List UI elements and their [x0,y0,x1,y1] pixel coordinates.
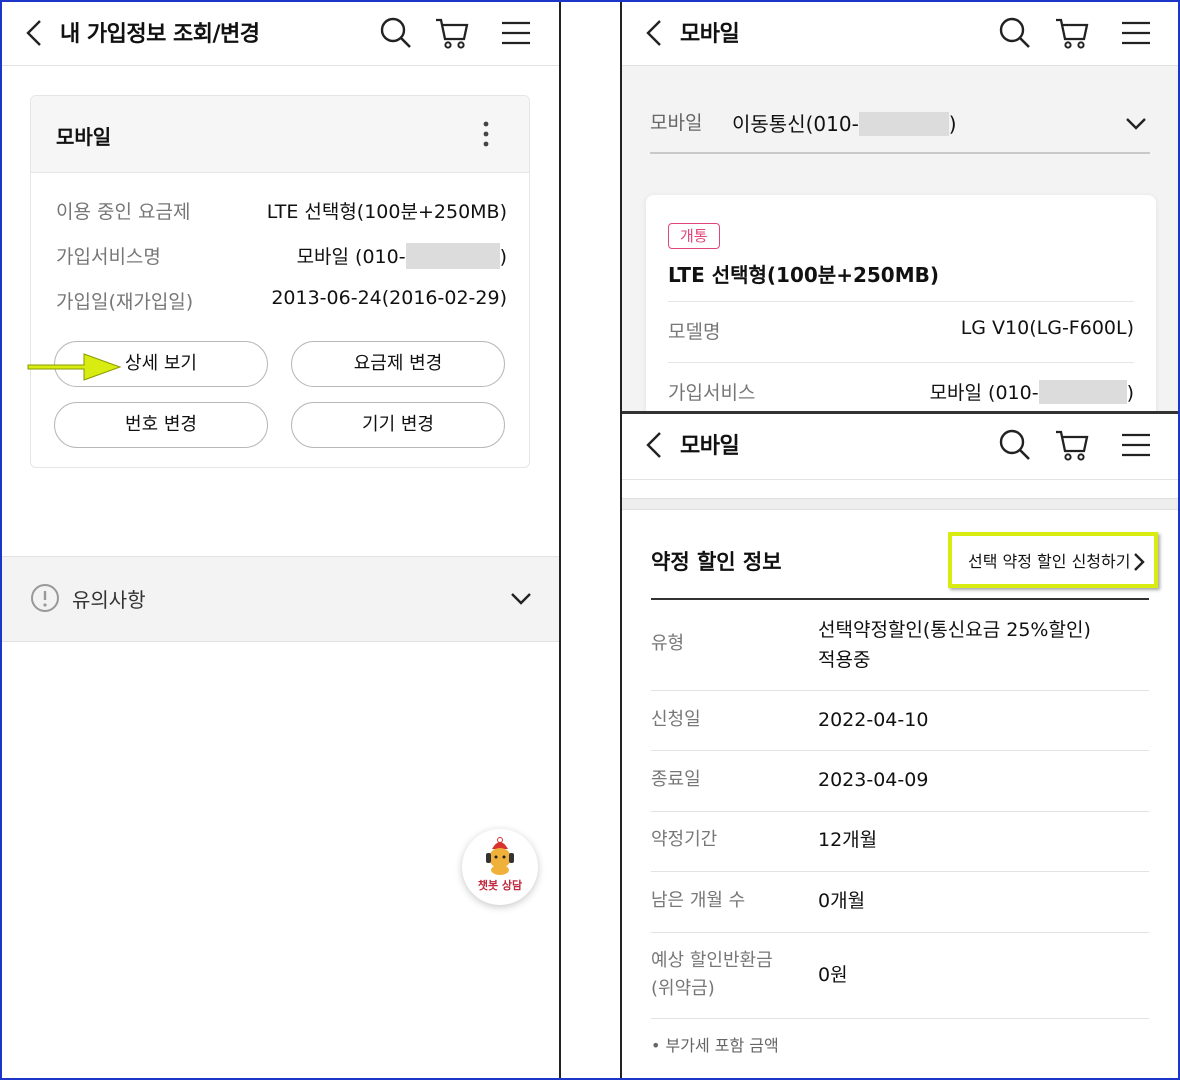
page-title: 내 가입정보 조회/변경 [60,22,260,47]
alert-icon [31,584,59,612]
search-icon[interactable] [997,427,1033,463]
row-label-line2: (위약금) [651,978,715,999]
cart-icon[interactable] [1054,15,1090,51]
line-selector[interactable]: 모바일 이동통신(010-) [650,92,1150,154]
info-row-plan: 이용 중인 요금제 LTE 선택형(100분+250MB) [56,197,507,227]
row-label: 가입서비스 [668,382,756,404]
plan-row-model: 모델명 LG V10(LG-F600L) [668,317,1134,347]
info-value: LTE 선택형(100분+250MB) [266,201,507,223]
row-value: 모바일 (010-) [930,378,1134,405]
info-label: 가입서비스명 [56,246,161,268]
number-change-button[interactable]: 번호 변경 [54,402,268,448]
info-label: 가입일(재가입일) [56,291,194,313]
search-icon[interactable] [997,15,1033,51]
header: 모바일 [622,414,1178,480]
row-label: 신청일 [651,709,701,730]
back-icon[interactable] [22,18,46,48]
section-title: 약정 할인 정보 [651,550,782,574]
menu-icon[interactable] [1119,427,1155,463]
info-row-service: 가입서비스명 모바일 (010-) [56,242,507,272]
chatbot-label: 챗봇 상담 [477,879,523,892]
row-label: 약정기간 [651,829,718,850]
page-title: 모바일 [680,434,740,459]
panel-subscription-info: 내 가입정보 조회/변경 모바일 이용 중인 요금제 LTE 선택형(100분+… [2,2,559,1078]
status-badge: 개통 [668,223,720,249]
info-row-join-date: 가입일(재가입일) 2013-06-24(2016-02-29) [56,287,507,317]
apply-label: 선택 약정 할인 신청하기 [968,552,1131,571]
divider [668,362,1134,363]
plan-card: 개통 LTE 선택형(100분+250MB) 모델명 LG V10(LG-F60… [646,195,1156,412]
footnote: • 부가세 포함 금액 [651,1036,779,1055]
chatbot-button[interactable]: 챗봇 상담 [462,829,538,905]
table-row: 유형 선택약정할인(통신요금 25%할인) 적용중 [651,600,1149,691]
masked-number [1038,379,1127,404]
chevron-right-icon [1134,553,1145,571]
card-title: 모바일 [56,125,112,149]
info-value: 2013-06-24(2016-02-29) [271,287,507,309]
table-row: 종료일 2023-04-09 [651,751,1149,812]
chatbot-icon [486,837,514,875]
section-gap [622,498,1178,510]
menu-icon[interactable] [499,15,535,51]
masked-number [858,111,949,136]
row-value: LG V10(LG-F600L) [960,317,1134,339]
panel-divider [559,2,561,1078]
kebab-icon[interactable] [483,121,489,147]
panel-mobile-detail: 모바일 모바일 이동통신(010-) 개통 LTE 선택형(100분+250MB… [622,2,1178,412]
plan-name: LTE 선택형(100분+250MB) [668,263,939,287]
apply-contract-discount-button[interactable]: 선택 약정 할인 신청하기 [948,532,1158,588]
menu-icon[interactable] [1119,15,1155,51]
row-value: 0원 [818,964,848,986]
row-value: 2023-04-09 [818,769,929,791]
chevron-down-icon [1126,118,1146,130]
selector-label: 모바일 [650,112,703,134]
info-value: 모바일 (010-) [297,242,507,269]
row-label-line1: 예상 할인반환금 [651,950,773,971]
notice-accordion[interactable]: 유의사항 [2,556,559,642]
cart-icon[interactable] [1054,427,1090,463]
table-row: 신청일 2022-04-10 [651,691,1149,751]
row-value: 0개월 [818,890,866,912]
row-label: 유형 [651,633,685,654]
header: 모바일 [622,2,1178,66]
mobile-card: 모바일 이용 중인 요금제 LTE 선택형(100분+250MB) 가입서비스명… [30,95,530,468]
panel-contract-discount: 모바일 약정 할인 정보 선택 약정 할인 신청하기 유형 선택약정할인(통신요… [622,414,1178,1078]
plan-change-button[interactable]: 요금제 변경 [291,341,505,387]
notice-title: 유의사항 [72,588,146,612]
search-icon[interactable] [378,15,414,51]
row-label: 모델명 [668,321,721,343]
plan-row-service: 가입서비스 모바일 (010-) [668,378,1134,408]
chevron-down-icon [511,593,531,605]
header: 내 가입정보 조회/변경 [2,2,559,66]
cart-icon[interactable] [434,15,470,51]
arrow-pointer-icon [27,353,122,381]
row-value-line2: 적용중 [818,649,871,671]
row-value-line1: 선택약정할인(통신요금 25%할인) [818,619,1091,641]
row-value: 12개월 [818,829,878,851]
divider [668,301,1134,302]
card-header: 모바일 [31,96,529,173]
row-label: 남은 개월 수 [651,890,746,911]
page-title: 모바일 [680,22,740,47]
selector-value: 이동통신(010-) [732,111,957,136]
table-row: 약정기간 12개월 [651,812,1149,872]
masked-number [405,242,500,269]
info-label: 이용 중인 요금제 [56,201,191,223]
back-icon[interactable] [642,18,666,48]
table-row: 예상 할인반환금 (위약금) 0원 [651,933,1149,1019]
row-value: 2022-04-10 [818,709,929,731]
device-change-button[interactable]: 기기 변경 [291,402,505,448]
back-icon[interactable] [642,430,666,460]
row-label: 종료일 [651,769,701,790]
table-row: 남은 개월 수 0개월 [651,872,1149,933]
